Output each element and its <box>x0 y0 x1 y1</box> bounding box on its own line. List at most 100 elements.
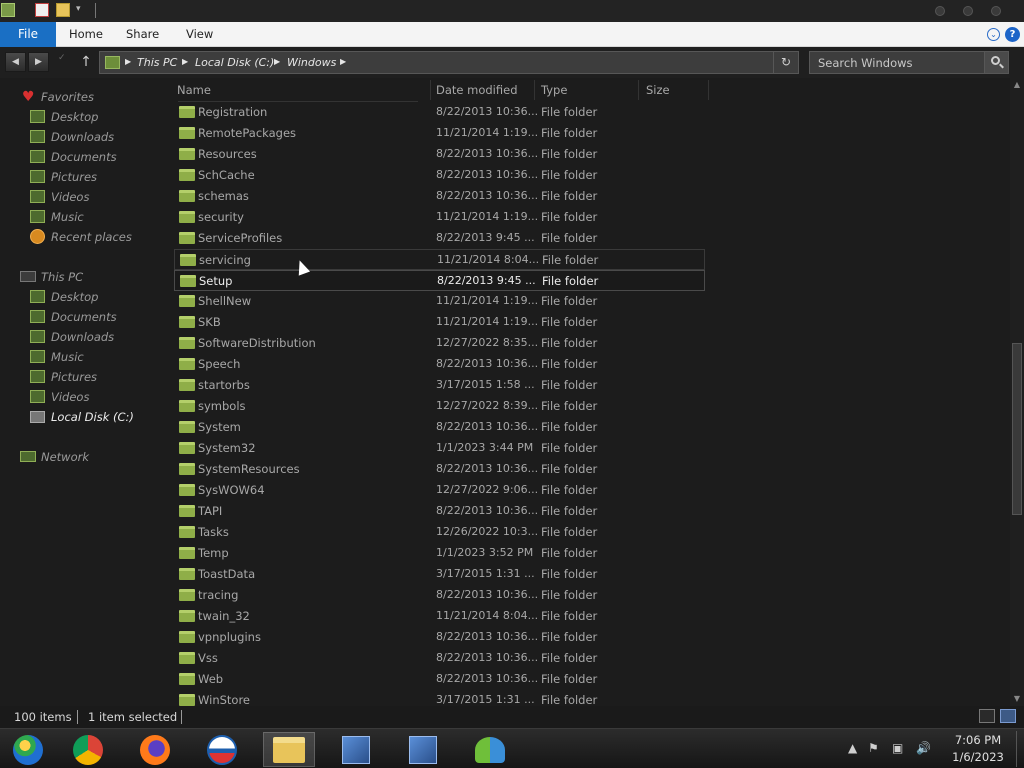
refresh-icon[interactable]: ↻ <box>773 52 798 73</box>
start-button[interactable] <box>2 732 54 767</box>
clock-time[interactable]: 7:06 PM <box>948 733 1008 747</box>
table-row[interactable]: System 8/22/2013 10:36... File folder <box>174 417 705 438</box>
sidebar-item-music[interactable]: Music <box>30 208 160 226</box>
sidebar-item-desktop[interactable]: Desktop <box>30 108 160 126</box>
show-desktop-button[interactable] <box>1016 731 1017 767</box>
breadcrumb-windows[interactable]: Windows <box>287 56 336 69</box>
table-row[interactable]: ToastData 3/17/2015 1:31 ... File folder <box>174 564 705 585</box>
table-row[interactable]: twain_32 11/21/2014 8:04... File folder <box>174 606 705 627</box>
table-row[interactable]: symbols 12/27/2022 8:39... File folder <box>174 396 705 417</box>
breadcrumb-separator-icon[interactable]: ▶ <box>274 57 280 66</box>
table-row[interactable]: startorbs 3/17/2015 1:58 ... File folder <box>174 375 705 396</box>
sidebar-item-pc-pictures[interactable]: Pictures <box>30 368 160 386</box>
column-header-type[interactable]: Type <box>541 83 567 97</box>
action-center-flag-icon[interactable]: ⚑ <box>868 741 879 755</box>
close-button[interactable] <box>991 6 1001 16</box>
table-row[interactable]: schemas 8/22/2013 10:36... File folder <box>174 186 705 207</box>
table-row[interactable]: Vss 8/22/2013 10:36... File folder <box>174 648 705 669</box>
sidebar-item-local-disk[interactable]: Local Disk (C:) <box>30 408 160 426</box>
taskbar-file-explorer[interactable] <box>263 732 315 767</box>
sidebar-item-downloads[interactable]: Downloads <box>30 128 160 146</box>
expand-ribbon-icon[interactable]: ⌄ <box>987 28 1000 41</box>
column-header-name[interactable]: Name <box>177 83 211 97</box>
table-row[interactable]: vpnplugins 8/22/2013 10:36... File folder <box>174 627 705 648</box>
tab-file[interactable]: File <box>0 22 56 47</box>
taskbar-obama[interactable] <box>196 732 248 767</box>
taskbar-firefox[interactable] <box>129 732 181 767</box>
taskbar-chrome[interactable] <box>62 732 114 767</box>
properties-icon[interactable] <box>35 3 49 17</box>
new-folder-icon[interactable] <box>56 3 70 17</box>
breadcrumb-local-disk[interactable]: Local Disk (C:) <box>195 56 274 69</box>
table-row[interactable]: security 11/21/2014 1:19... File folder <box>174 207 705 228</box>
breadcrumb-separator-icon[interactable]: ▶ <box>182 57 188 66</box>
search-icon[interactable] <box>984 52 1008 73</box>
taskbar-users[interactable] <box>464 732 516 767</box>
table-row[interactable]: Registration 8/22/2013 10:36... File folde… <box>174 102 705 123</box>
scrollbar-thumb[interactable] <box>1012 343 1022 515</box>
table-row[interactable]: Resources 8/22/2013 10:36... File folder <box>174 144 705 165</box>
sidebar-network[interactable]: Network <box>20 448 160 466</box>
recent-locations-icon[interactable]: ✓ <box>58 53 66 63</box>
sidebar-item-videos[interactable]: Videos <box>30 188 160 206</box>
tab-share[interactable]: Share <box>126 22 159 47</box>
breadcrumb-separator-icon[interactable]: ▶ <box>340 57 346 66</box>
help-icon[interactable]: ? <box>1005 27 1020 42</box>
column-divider[interactable] <box>638 80 639 100</box>
sidebar-item-pc-desktop[interactable]: Desktop <box>30 288 160 306</box>
sidebar-favorites[interactable]: ♥ Favorites <box>20 88 160 106</box>
taskbar-network-setup[interactable] <box>330 732 382 767</box>
table-row[interactable]: Tasks 12/26/2022 10:3... File folder <box>174 522 705 543</box>
column-divider[interactable] <box>534 80 535 100</box>
sidebar-item-pictures[interactable]: Pictures <box>30 168 160 186</box>
tab-home[interactable]: Home <box>69 22 103 47</box>
volume-icon[interactable]: 🔊 <box>916 741 931 755</box>
sidebar-item-documents[interactable]: Documents <box>30 148 160 166</box>
vertical-scrollbar[interactable]: ▲ ▼ <box>1010 78 1024 706</box>
table-row[interactable]: Web 8/22/2013 10:36... File folder <box>174 669 705 690</box>
breadcrumb-separator-icon[interactable]: ▶ <box>125 57 131 66</box>
up-arrow-icon[interactable]: ↑ <box>78 52 94 72</box>
network-status-icon[interactable]: ▣ <box>892 741 903 755</box>
sidebar-item-recent-places[interactable]: Recent places <box>30 228 160 246</box>
sidebar-item-pc-music[interactable]: Music <box>30 348 160 366</box>
table-row[interactable]: System32 1/1/2023 3:44 PM File folder <box>174 438 705 459</box>
table-row[interactable]: ShellNew 11/21/2014 1:19... File folder <box>174 291 705 312</box>
column-divider[interactable] <box>430 80 431 100</box>
sidebar-this-pc[interactable]: This PC <box>20 268 160 286</box>
table-row[interactable]: tracing 8/22/2013 10:36... File folder <box>174 585 705 606</box>
table-row[interactable]: SKB 11/21/2014 1:19... File folder <box>174 312 705 333</box>
taskbar-network-setup-2[interactable] <box>397 732 449 767</box>
table-row[interactable]: WinStore 3/17/2015 1:31 ... File folder <box>174 690 705 706</box>
breadcrumb-this-pc[interactable]: This PC <box>137 56 177 69</box>
table-row[interactable]: ServiceProfiles 8/22/2013 9:45 ... File fo… <box>174 228 705 249</box>
sidebar-item-pc-documents[interactable]: Documents <box>30 308 160 326</box>
table-row[interactable]: servicing 11/21/2014 8:04... File folder <box>174 249 705 270</box>
address-bar[interactable]: ▶ This PC ▶ Local Disk (C:) ▶ Windows ▶ … <box>99 51 799 74</box>
scroll-down-icon[interactable]: ▼ <box>1012 694 1022 704</box>
sidebar-item-pc-downloads[interactable]: Downloads <box>30 328 160 346</box>
show-hidden-icons-icon[interactable]: ▲ <box>848 741 857 755</box>
table-row[interactable]: SoftwareDistribution 12/27/2022 8:35... Fi… <box>174 333 705 354</box>
column-divider[interactable] <box>708 80 709 100</box>
table-row[interactable]: Setup 8/22/2013 9:45 ... File folder <box>174 270 705 291</box>
large-icons-view-icon[interactable] <box>1000 709 1016 723</box>
forward-button[interactable]: ▶ <box>28 52 49 72</box>
column-header-size[interactable]: Size <box>646 83 670 97</box>
back-button[interactable]: ◀ <box>5 52 26 72</box>
table-row[interactable]: Temp 1/1/2023 3:52 PM File folder <box>174 543 705 564</box>
sidebar-item-pc-videos[interactable]: Videos <box>30 388 160 406</box>
search-input[interactable]: Search Windows <box>809 51 1009 74</box>
details-view-icon[interactable] <box>979 709 995 723</box>
table-row[interactable]: SchCache 8/22/2013 10:36... File folder <box>174 165 705 186</box>
table-row[interactable]: RemotePackages 11/21/2014 1:19... File fol… <box>174 123 705 144</box>
maximize-button[interactable] <box>963 6 973 16</box>
table-row[interactable]: Speech 8/22/2013 10:36... File folder <box>174 354 705 375</box>
table-row[interactable]: TAPI 8/22/2013 10:36... File folder <box>174 501 705 522</box>
table-row[interactable]: SysWOW64 12/27/2022 9:06... File folder <box>174 480 705 501</box>
minimize-button[interactable] <box>935 6 945 16</box>
tab-view[interactable]: View <box>186 22 213 47</box>
column-header-date-modified[interactable]: Date modified <box>436 83 518 97</box>
clock-date[interactable]: 1/6/2023 <box>948 750 1008 764</box>
table-row[interactable]: SystemResources 8/22/2013 10:36... File fo… <box>174 459 705 480</box>
